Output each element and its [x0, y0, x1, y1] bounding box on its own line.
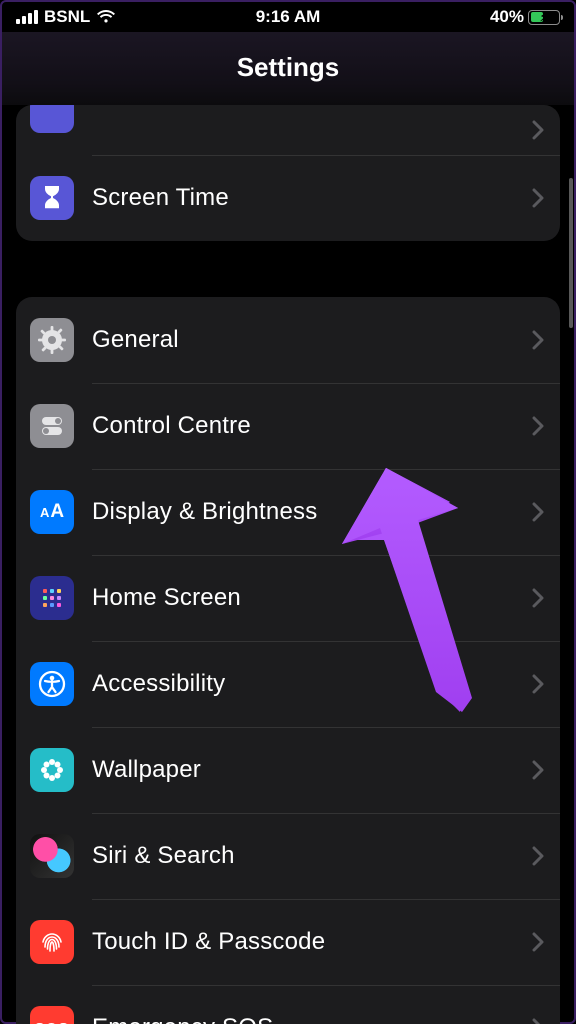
- row-label: General: [92, 326, 532, 354]
- chevron-right-icon: [532, 674, 544, 694]
- wifi-icon: [96, 10, 116, 24]
- row-label: Wallpaper: [92, 756, 532, 784]
- status-bar: BSNL 9:16 AM 40% ⚡︎: [2, 2, 574, 32]
- cellular-signal-icon: [16, 10, 38, 24]
- siri-icon: [30, 834, 74, 878]
- chevron-right-icon: [532, 1018, 544, 1024]
- siri-search-row[interactable]: Siri & Search: [16, 813, 560, 899]
- settings-group-2: General Control Centre AA Display & Brig…: [16, 297, 560, 1024]
- screen-time-row[interactable]: Screen Time: [16, 155, 560, 241]
- control-centre-row[interactable]: Control Centre: [16, 383, 560, 469]
- emergency-sos-row[interactable]: SOS Emergency SOS: [16, 985, 560, 1024]
- carrier-label: BSNL: [44, 7, 90, 27]
- status-right: 40% ⚡︎: [490, 7, 560, 27]
- row-label: Touch ID & Passcode: [92, 928, 532, 956]
- row-label: Accessibility: [92, 670, 532, 698]
- battery-percent: 40%: [490, 7, 524, 27]
- display-brightness-row[interactable]: AA Display & Brightness: [16, 469, 560, 555]
- chevron-right-icon: [532, 416, 544, 436]
- clock: 9:16 AM: [256, 7, 321, 27]
- flower-icon: [30, 748, 74, 792]
- app-grid-icon: [30, 576, 74, 620]
- accessibility-row[interactable]: Accessibility: [16, 641, 560, 727]
- toggles-icon: [30, 404, 74, 448]
- partial-icon: [30, 105, 74, 133]
- row-label: Display & Brightness: [92, 498, 532, 526]
- row-label: Control Centre: [92, 412, 532, 440]
- general-row[interactable]: General: [16, 297, 560, 383]
- text-size-icon: AA: [30, 490, 74, 534]
- chevron-right-icon: [532, 588, 544, 608]
- hourglass-icon: [30, 176, 74, 220]
- scroll-indicator: [569, 178, 573, 328]
- row-label: Siri & Search: [92, 842, 532, 870]
- chevron-right-icon: [532, 120, 544, 140]
- settings-row-partial[interactable]: [16, 105, 560, 155]
- row-label: Emergency SOS: [92, 1014, 532, 1024]
- chevron-right-icon: [532, 932, 544, 952]
- chevron-right-icon: [532, 846, 544, 866]
- touch-id-row[interactable]: Touch ID & Passcode: [16, 899, 560, 985]
- accessibility-icon: [30, 662, 74, 706]
- row-label: Screen Time: [92, 184, 532, 212]
- status-left: BSNL: [16, 7, 116, 27]
- gear-icon: [30, 318, 74, 362]
- chevron-right-icon: [532, 330, 544, 350]
- battery-icon: ⚡︎: [528, 10, 560, 25]
- fingerprint-icon: [30, 920, 74, 964]
- row-label: Home Screen: [92, 584, 532, 612]
- page-title: Settings: [2, 32, 574, 105]
- chevron-right-icon: [532, 760, 544, 780]
- chevron-right-icon: [532, 188, 544, 208]
- chevron-right-icon: [532, 502, 544, 522]
- wallpaper-row[interactable]: Wallpaper: [16, 727, 560, 813]
- settings-group-1: Screen Time: [16, 105, 560, 241]
- home-screen-row[interactable]: Home Screen: [16, 555, 560, 641]
- sos-icon: SOS: [30, 1006, 74, 1024]
